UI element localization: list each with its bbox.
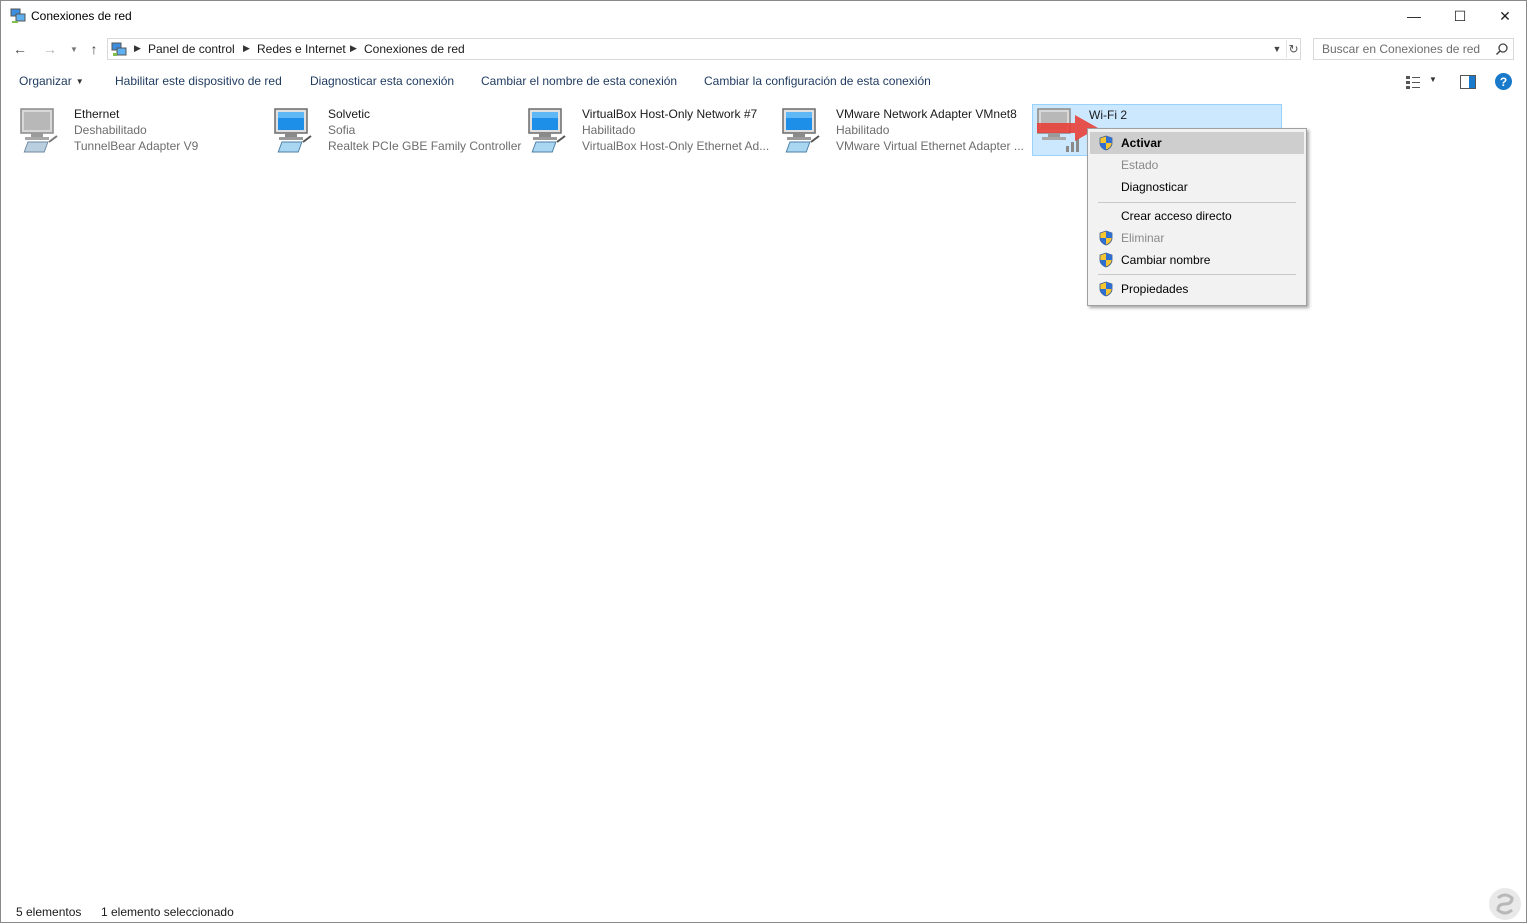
status-item-count: 5 elementos <box>16 905 82 919</box>
menu-item-eliminar[interactable]: Eliminar <box>1090 227 1304 249</box>
menu-item-label: Crear acceso directo <box>1121 209 1232 223</box>
connection-text: Solvetic Sofia Realtek PCIe GBE Family C… <box>328 106 521 154</box>
breadcrumb-separator[interactable]: ▶ <box>134 43 141 54</box>
uac-shield-icon <box>1099 230 1113 246</box>
preview-pane-icon[interactable] <box>1460 74 1476 90</box>
connection-adapter: TunnelBear Adapter V9 <box>74 139 199 153</box>
rename-button[interactable]: Cambiar el nombre de esta conexión <box>481 74 677 88</box>
network-adapter-icon <box>782 108 820 153</box>
maximize-button[interactable]: ☐ <box>1437 1 1483 31</box>
recent-locations-button[interactable]: ▼ <box>65 39 83 59</box>
connection-name: Ethernet <box>74 107 120 121</box>
view-options-icon[interactable] <box>1405 74 1421 90</box>
connection-text: VirtualBox Host-Only Network #7 Habilita… <box>582 106 769 154</box>
menu-item-label: Activar <box>1121 136 1162 150</box>
breadcrumb-separator[interactable]: ▶ <box>243 43 250 54</box>
diagnose-button[interactable]: Diagnosticar esta conexión <box>310 74 454 88</box>
menu-separator <box>1098 202 1296 203</box>
connection-status: Habilitado <box>582 123 636 137</box>
enable-device-button[interactable]: Habilitar este dispositivo de red <box>115 74 282 88</box>
connection-text: VMware Network Adapter VMnet8 Habilitado… <box>836 106 1024 154</box>
refresh-button[interactable]: ↻ <box>1286 40 1300 58</box>
view-dropdown-icon[interactable]: ▼ <box>1429 75 1437 84</box>
window-title: Conexiones de red <box>31 9 132 23</box>
command-bar: Organizar ▼ Habilitar este dispositivo de… <box>1 69 1526 95</box>
change-settings-button[interactable]: Cambiar la configuración de esta conexió… <box>704 74 931 88</box>
connection-status: Sofia <box>328 123 356 137</box>
menu-separator <box>1098 274 1296 275</box>
connection-name: Solvetic <box>328 107 371 121</box>
menu-item-label: Cambiar nombre <box>1121 253 1211 267</box>
menu-item-activar[interactable]: Activar <box>1090 132 1304 154</box>
search-icon[interactable] <box>1495 42 1509 56</box>
connection-status: Deshabilitado <box>74 123 147 137</box>
minimize-button[interactable]: — <box>1391 1 1437 31</box>
network-adapter-icon <box>274 108 312 153</box>
search-box[interactable] <box>1313 38 1514 60</box>
connection-item-virtualbox[interactable]: VirtualBox Host-Only Network #7 Habilita… <box>511 104 769 156</box>
watermark-logo-icon <box>1489 888 1521 920</box>
menu-item-label: Eliminar <box>1121 231 1165 245</box>
context-menu: Activar Estado Diagnosticar Crear acceso… <box>1087 128 1307 306</box>
menu-item-diagnosticar[interactable]: Diagnosticar <box>1090 176 1304 198</box>
breadcrumb-separator[interactable]: ▶ <box>350 43 357 54</box>
network-adapter-disabled-icon <box>20 108 58 153</box>
menu-item-label: Propiedades <box>1121 282 1189 296</box>
uac-shield-icon <box>1099 281 1113 297</box>
breadcrumb-control-panel[interactable]: Panel de control <box>148 42 235 56</box>
chevron-down-icon: ▼ <box>75 77 84 86</box>
navigation-bar: ← → ▼ ↑ ▶ Panel de control ▶ Redes e Int… <box>1 37 1526 61</box>
menu-item-label: Estado <box>1121 158 1159 172</box>
menu-item-estado[interactable]: Estado <box>1090 154 1304 176</box>
network-connections-icon <box>10 8 26 23</box>
network-adapter-icon <box>528 108 566 153</box>
title-bar: Conexiones de red — ☐ ✕ <box>1 1 1526 32</box>
connection-item-ethernet[interactable]: Ethernet Deshabilitado TunnelBear Adapte… <box>3 104 253 156</box>
organize-label: Organizar <box>19 74 72 88</box>
connection-name: VMware Network Adapter VMnet8 <box>836 107 1017 121</box>
explorer-window: Conexiones de red — ☐ ✕ ← → ▼ ↑ ▶ Panel … <box>0 0 1527 923</box>
connection-item-solvetic[interactable]: Solvetic Sofia Realtek PCIe GBE Family C… <box>257 104 521 156</box>
connection-adapter: VMware Virtual Ethernet Adapter ... <box>836 139 1024 153</box>
uac-shield-icon <box>1099 135 1113 151</box>
organize-button[interactable]: Organizar ▼ <box>19 74 84 88</box>
connection-adapter: VirtualBox Host-Only Ethernet Ad... <box>582 139 770 153</box>
menu-item-propiedades[interactable]: Propiedades <box>1090 278 1304 300</box>
up-button[interactable]: ↑ <box>85 39 103 59</box>
menu-item-label: Diagnosticar <box>1121 180 1188 194</box>
breadcrumb-network-connections[interactable]: Conexiones de red <box>364 42 465 56</box>
menu-item-cambiar-nombre[interactable]: Cambiar nombre <box>1090 249 1304 271</box>
help-icon[interactable]: ? <box>1495 73 1512 90</box>
status-selection-count: 1 elemento seleccionado <box>101 905 234 919</box>
connection-text: Ethernet Deshabilitado TunnelBear Adapte… <box>74 106 198 154</box>
breadcrumb-network-internet[interactable]: Redes e Internet <box>257 42 346 56</box>
connection-status: Habilitado <box>836 123 890 137</box>
close-button[interactable]: ✕ <box>1482 1 1527 31</box>
connection-name: VirtualBox Host-Only Network #7 <box>582 107 758 121</box>
search-input[interactable] <box>1314 39 1490 59</box>
address-dropdown-button[interactable]: ▼ <box>1270 41 1284 57</box>
connection-item-vmware[interactable]: VMware Network Adapter VMnet8 Habilitado… <box>765 104 1024 156</box>
connection-adapter: Realtek PCIe GBE Family Controller <box>328 139 522 153</box>
back-button[interactable]: ← <box>11 39 29 59</box>
address-bar[interactable]: ▶ Panel de control ▶ Redes e Internet ▶ … <box>107 38 1301 60</box>
menu-item-crear-acceso-directo[interactable]: Crear acceso directo <box>1090 205 1304 227</box>
uac-shield-icon <box>1099 252 1113 268</box>
forward-button[interactable]: → <box>41 39 59 59</box>
control-panel-icon <box>111 42 127 56</box>
